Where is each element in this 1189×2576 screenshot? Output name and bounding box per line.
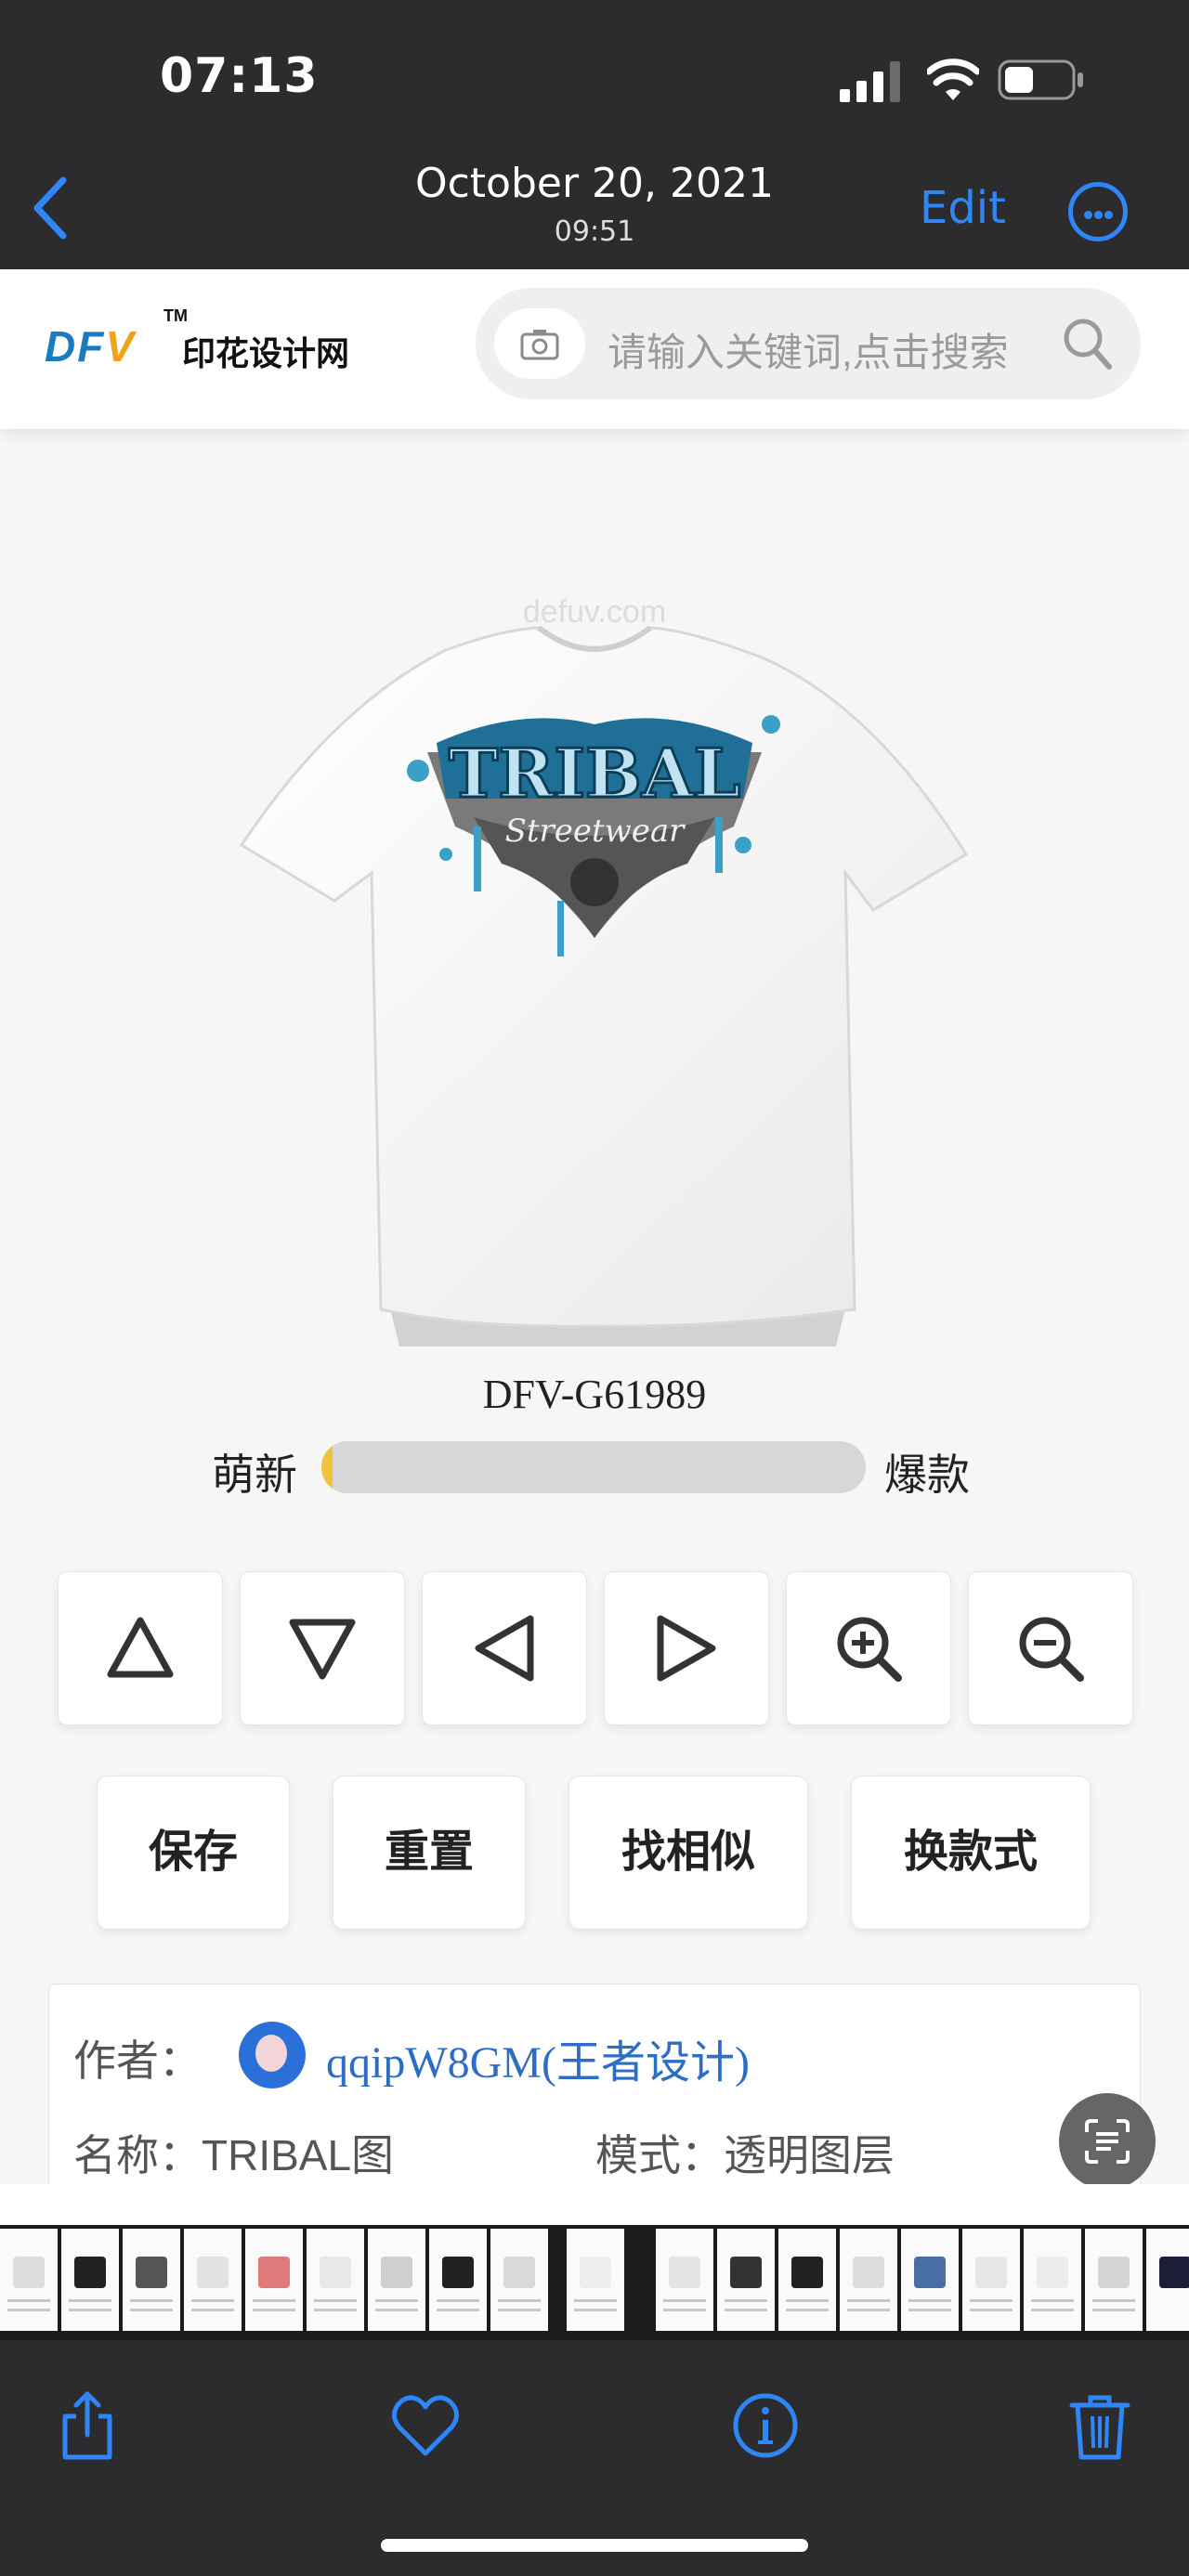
thumbnail[interactable]: [1146, 2229, 1189, 2331]
thumbnail[interactable]: [901, 2229, 959, 2331]
design-name: 名称：TRIBAL图: [73, 2131, 395, 2179]
tshirt-preview-image: defuv.com TRIBAL Streetwear: [239, 594, 969, 1347]
logo-text: 印花设计网: [182, 334, 350, 372]
search-input[interactable]: 请输入关键词,点击搜索: [608, 321, 1009, 378]
photo-time: 09:51: [554, 215, 635, 248]
zoom-out-button[interactable]: [968, 1571, 1133, 1725]
photos-toolbar: [0, 2340, 1189, 2576]
status-time: 07:13: [160, 48, 319, 104]
save-button[interactable]: 保存: [97, 1776, 290, 1930]
find-similar-button[interactable]: 找相似: [568, 1776, 808, 1930]
triangle-down-icon: [289, 1619, 356, 1680]
logo-trademark: TM: [163, 306, 188, 325]
thumbnail[interactable]: [184, 2229, 242, 2331]
home-indicator[interactable]: [381, 2539, 808, 2552]
favorite-heart-icon[interactable]: [390, 2390, 461, 2461]
move-up-button[interactable]: [58, 1571, 223, 1725]
author-link[interactable]: qqipW8GM(王者设计): [326, 2025, 750, 2090]
trash-icon[interactable]: [1065, 2390, 1135, 2461]
watermark-text: defuv.com: [523, 594, 666, 630]
web-page: DFV TM 印花设计网 请输入关键词,点击搜索 defuv.com TRIBA…: [0, 269, 1189, 2184]
print-subtitle: Streetwear: [505, 813, 686, 850]
thumbnail[interactable]: [962, 2229, 1020, 2331]
site-logo[interactable]: DFV: [45, 321, 136, 371]
level-max-label: 爆款: [884, 1451, 970, 1499]
popularity-bar-fill: [321, 1441, 333, 1493]
thumbnail[interactable]: [840, 2229, 897, 2331]
live-text-button[interactable]: [1059, 2093, 1156, 2184]
thumbnail[interactable]: [245, 2229, 303, 2331]
photo-thumbnail-strip[interactable]: [0, 2184, 1189, 2340]
triangle-right-icon: [657, 1615, 716, 1682]
thumbnail[interactable]: [368, 2229, 425, 2331]
photos-header: 07:13 October 20, 2021 09:51 Edit: [0, 0, 1189, 269]
image-search-button[interactable]: [494, 308, 585, 379]
popularity-bar: [321, 1441, 866, 1493]
site-header: DFV TM 印花设计网 请输入关键词,点击搜索: [0, 269, 1189, 429]
edit-button[interactable]: Edit: [920, 182, 1006, 234]
print-title: TRIBAL: [449, 734, 740, 813]
level-min-label: 萌新: [212, 1451, 297, 1499]
thumbnail[interactable]: [307, 2229, 364, 2331]
thumbnail[interactable]: [778, 2229, 836, 2331]
thumbnail[interactable]: [123, 2229, 180, 2331]
info-icon[interactable]: [730, 2390, 801, 2461]
design-info-card: 作者： qqipW8GM(王者设计) 名称：TRIBAL图 模式：透明图层: [48, 1984, 1141, 2184]
thumbnails[interactable]: [0, 2229, 1189, 2331]
thumbnail-current[interactable]: [567, 2229, 624, 2331]
product-sku: DFV-G61989: [482, 1372, 707, 1417]
thumbnail[interactable]: [429, 2229, 487, 2331]
cellular-signal-icon: [840, 61, 900, 102]
search-icon[interactable]: [1061, 316, 1113, 371]
photo-date: October 20, 2021: [414, 160, 774, 207]
author-label: 作者：: [73, 2036, 202, 2085]
live-text-icon: [1085, 2119, 1130, 2164]
thumbnail[interactable]: [0, 2229, 58, 2331]
triangle-up-icon: [107, 1617, 174, 1678]
author-avatar[interactable]: [239, 2022, 306, 2088]
thumbnail[interactable]: [717, 2229, 775, 2331]
triangle-left-icon: [475, 1615, 534, 1682]
battery-icon: [998, 59, 1083, 100]
move-down-button[interactable]: [240, 1571, 405, 1725]
reset-button[interactable]: 重置: [333, 1776, 526, 1930]
move-right-button[interactable]: [604, 1571, 769, 1725]
wifi-icon: [927, 59, 979, 100]
zoom-in-icon: [837, 1617, 902, 1682]
change-style-button[interactable]: 换款式: [851, 1776, 1091, 1930]
zoom-in-button[interactable]: [786, 1571, 951, 1725]
thumbnail[interactable]: [1024, 2229, 1081, 2331]
share-icon[interactable]: [52, 2390, 123, 2461]
thumbnail[interactable]: [1085, 2229, 1143, 2331]
search-bar[interactable]: 请输入关键词,点击搜索: [476, 288, 1141, 399]
zoom-out-icon: [1019, 1617, 1084, 1682]
camera-icon: [520, 330, 559, 360]
thumbnail[interactable]: [656, 2229, 713, 2331]
move-left-button[interactable]: [422, 1571, 587, 1725]
thumbnail[interactable]: [490, 2229, 548, 2331]
design-mode: 模式：透明图层: [595, 2131, 895, 2179]
thumbnail[interactable]: [61, 2229, 119, 2331]
more-options-icon[interactable]: [1068, 182, 1128, 241]
